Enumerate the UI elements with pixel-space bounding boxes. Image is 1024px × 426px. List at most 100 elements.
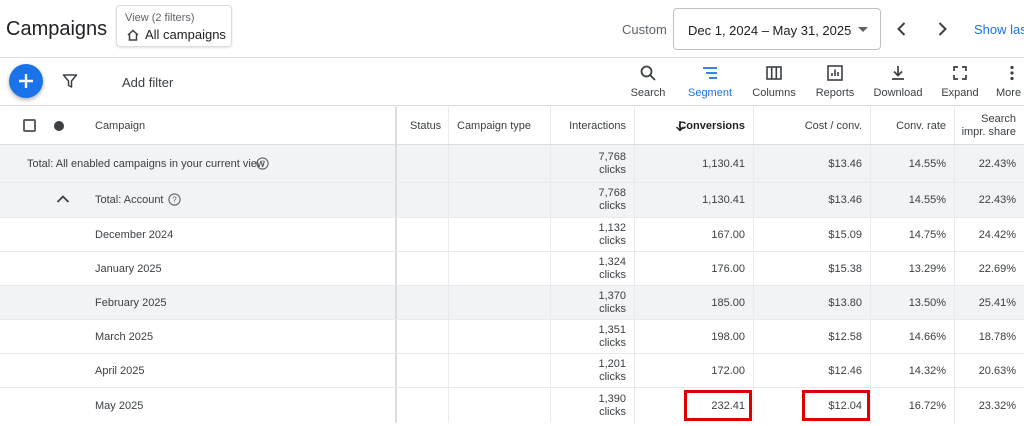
table-row-month: March 2025 1,351 clicks 198.00 $12.58 14.…: [0, 320, 1024, 354]
interactions-cell: 1,201 clicks: [598, 358, 626, 384]
interactions-unit: clicks: [599, 164, 626, 176]
row-label: January 2025: [95, 263, 162, 275]
conversions-cell: 1,130.41: [702, 158, 745, 170]
interactions-unit: clicks: [599, 303, 626, 315]
col-status[interactable]: Status: [410, 120, 441, 132]
more-vert-icon: [1010, 65, 1014, 81]
cost-per-conv-cell: $12.46: [828, 365, 862, 377]
table-row-month: April 2025 1,201 clicks 172.00 $12.46 14.…: [0, 354, 1024, 388]
status-dot-icon: [54, 121, 64, 131]
chevron-right-icon[interactable]: [932, 19, 952, 39]
conv-rate-cell: 13.29%: [908, 263, 946, 275]
interactions-value: 1,370: [598, 290, 626, 302]
home-icon: [127, 29, 139, 41]
search-impr-share-cell: 22.69%: [978, 263, 1016, 275]
reports-tool-button[interactable]: Reports: [812, 64, 858, 102]
col-search-impr-share-line1: Search: [981, 113, 1016, 125]
search-tool-label: Search: [630, 87, 666, 99]
interactions-unit: clicks: [599, 406, 626, 418]
table-toolbar: Add filter Search Segment Columns Report…: [0, 58, 1024, 106]
search-icon: [640, 65, 656, 81]
date-range-picker[interactable]: Dec 1, 2024 – May 31, 2025: [673, 8, 881, 50]
conv-rate-cell: 14.32%: [908, 365, 946, 377]
chevron-left-icon[interactable]: [892, 19, 912, 39]
conversions-cell: 185.00: [711, 297, 745, 309]
chevron-up-icon[interactable]: [56, 194, 70, 204]
date-custom-label: Custom: [622, 22, 667, 37]
table-row-total-account: Total: Account ? 7,768 clicks 1,130.41 $1…: [0, 183, 1024, 218]
interactions-cell: 7,768 clicks: [598, 187, 626, 213]
table-row-total-all: Total: All enabled campaigns in your cur…: [0, 145, 1024, 183]
show-last-link[interactable]: Show last: [974, 22, 1024, 37]
interactions-unit: clicks: [599, 269, 626, 281]
search-impr-share-cell: 18.78%: [978, 331, 1016, 343]
view-selector[interactable]: View (2 filters) All campaigns: [116, 5, 232, 47]
columns-tool-label: Columns: [752, 87, 796, 99]
add-filter-button[interactable]: Add filter: [122, 75, 173, 90]
interactions-value: 1,351: [598, 324, 626, 336]
expand-tool-label: Expand: [941, 87, 979, 99]
download-tool-button[interactable]: Download: [872, 64, 924, 102]
conv-rate-cell: 14.75%: [908, 229, 946, 241]
search-tool-button[interactable]: Search: [628, 64, 668, 102]
col-interactions[interactable]: Interactions: [569, 120, 626, 132]
interactions-unit: clicks: [599, 371, 626, 383]
interactions-cell: 1,324 clicks: [598, 256, 626, 282]
download-tool-label: Download: [873, 87, 923, 99]
interactions-cell: 1,132 clicks: [598, 222, 626, 248]
download-icon: [892, 66, 904, 80]
row-label: May 2025: [95, 400, 144, 412]
interactions-value: 1,132: [598, 222, 626, 234]
expand-icon: [953, 66, 967, 80]
view-value: All campaigns: [145, 27, 226, 42]
conv-rate-cell: 14.66%: [908, 331, 946, 343]
more-tool-label: More: [996, 87, 1022, 99]
row-label: December 2024: [95, 229, 174, 241]
cost-per-conv-cell: $13.46: [828, 158, 862, 170]
interactions-value: 7,768: [598, 187, 626, 199]
interactions-value: 1,390: [598, 393, 626, 405]
col-cost-per-conv[interactable]: Cost / conv.: [805, 120, 862, 132]
row-label: February 2025: [95, 297, 167, 309]
help-icon[interactable]: ?: [168, 193, 181, 206]
interactions-unit: clicks: [599, 337, 626, 349]
search-impr-share-cell: 23.32%: [978, 400, 1016, 412]
filter-icon[interactable]: [62, 73, 78, 89]
more-tool-button[interactable]: More: [996, 64, 1024, 102]
interactions-value: 1,324: [598, 256, 626, 268]
col-campaign-type[interactable]: Campaign type: [457, 120, 531, 132]
col-campaign[interactable]: Campaign: [95, 120, 145, 132]
highlight-box-cost-per-conv: [802, 390, 870, 421]
cost-per-conv-cell: $15.09: [828, 229, 862, 241]
segment-tool-button[interactable]: Segment: [686, 64, 734, 102]
cost-per-conv-cell: $13.46: [828, 194, 862, 206]
help-icon[interactable]: ?: [256, 157, 269, 170]
conversions-cell: 176.00: [711, 263, 745, 275]
cost-per-conv-cell: $15.38: [828, 263, 862, 275]
col-conversions[interactable]: Conversions: [678, 120, 745, 132]
search-impr-share-cell: 20.63%: [978, 365, 1016, 377]
table-row-month: January 2025 1,324 clicks 176.00 $15.38 1…: [0, 252, 1024, 286]
select-all-checkbox[interactable]: [23, 119, 36, 132]
svg-text:?: ?: [260, 160, 265, 169]
caret-down-icon: [858, 27, 868, 32]
table-header-row: Campaign Status Campaign type Interactio…: [0, 107, 1024, 145]
row-label: April 2025: [95, 365, 145, 377]
add-campaign-button[interactable]: [9, 64, 43, 98]
columns-tool-button[interactable]: Columns: [750, 64, 798, 102]
interactions-unit: clicks: [599, 235, 626, 247]
interactions-value: 1,201: [598, 358, 626, 370]
row-label: Total: Account: [95, 194, 164, 206]
conversions-cell: 1,130.41: [702, 194, 745, 206]
col-conv-rate[interactable]: Conv. rate: [896, 120, 946, 132]
interactions-cell: 1,351 clicks: [598, 324, 626, 350]
expand-tool-button[interactable]: Expand: [940, 64, 980, 102]
table-row-month: May 2025 1,390 clicks 232.41 $12.04 16.72…: [0, 388, 1024, 423]
date-range-text: Dec 1, 2024 – May 31, 2025: [688, 23, 852, 38]
search-impr-share-cell: 22.43%: [978, 194, 1016, 206]
interactions-cell: 1,390 clicks: [598, 393, 626, 419]
segment-tool-label: Segment: [687, 87, 733, 99]
col-search-impr-share[interactable]: Search impr. share: [962, 113, 1016, 139]
row-label: March 2025: [95, 331, 154, 343]
conv-rate-cell: 13.50%: [908, 297, 946, 309]
